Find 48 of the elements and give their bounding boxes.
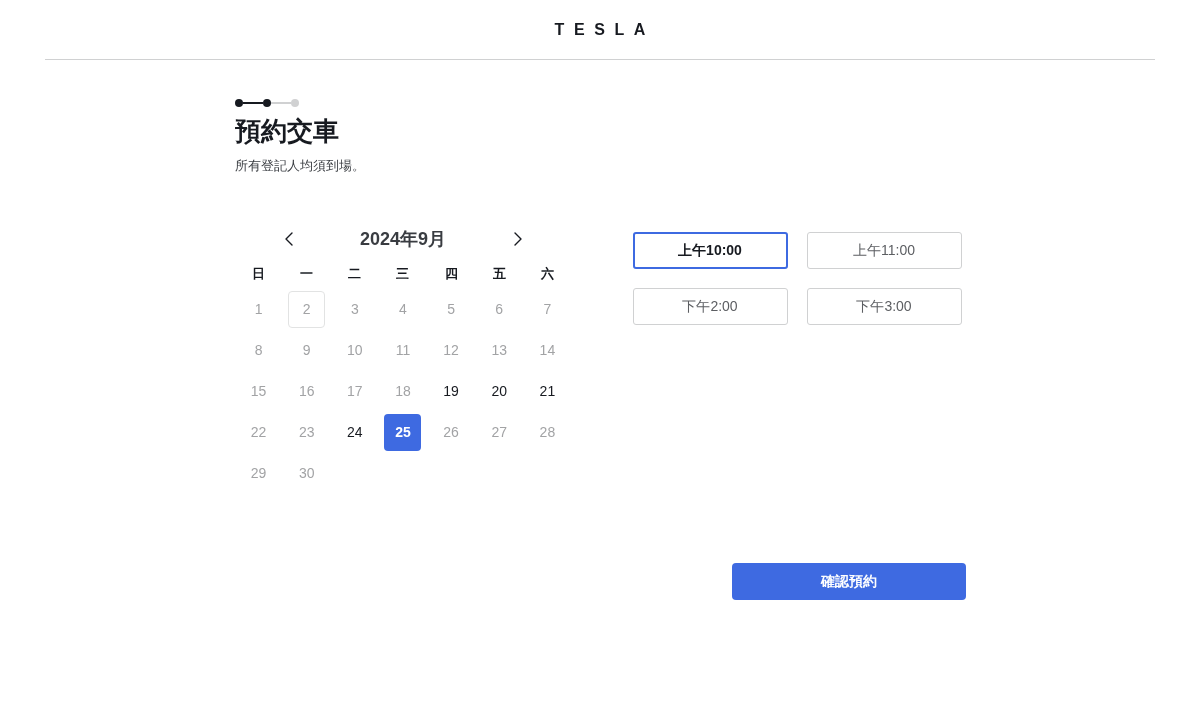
time-slot[interactable]: 上午11:00 [806, 232, 962, 269]
page-title: 預約交車 [234, 115, 339, 148]
calendar-day[interactable]: 2 [288, 291, 326, 328]
weekday-label: 日 [252, 265, 266, 283]
calendar-day[interactable]: 22 [240, 414, 278, 451]
calendar-day[interactable]: 26 [432, 414, 470, 451]
weekday-label: 一 [300, 265, 314, 283]
calendar-day[interactable]: 10 [336, 332, 374, 369]
time-slot[interactable]: 上午10:00 [632, 232, 788, 269]
chevron-left-icon [284, 232, 293, 246]
calendar-day[interactable]: 1 [240, 291, 278, 328]
calendar-day[interactable]: 23 [288, 414, 326, 451]
weekday-label: 六 [540, 265, 554, 283]
calendar-day[interactable]: 20 [480, 373, 518, 410]
chevron-right-icon [513, 232, 522, 246]
calendar-day[interactable]: 25 [384, 414, 422, 451]
weekday-label: 二 [348, 265, 362, 283]
calendar-day[interactable]: 4 [384, 291, 422, 328]
calendar-day[interactable]: 11 [384, 332, 422, 369]
calendar-day[interactable]: 17 [336, 373, 374, 410]
weekday-label: 三 [396, 265, 410, 283]
calendar-day[interactable]: 15 [240, 373, 278, 410]
calendar-day[interactable]: 21 [528, 373, 566, 410]
calendar-day[interactable]: 5 [432, 291, 470, 328]
calendar-day[interactable]: 8 [240, 332, 278, 369]
calendar-day[interactable]: 14 [528, 332, 566, 369]
calendar-day[interactable]: 24 [336, 414, 374, 451]
page-subtitle: 所有登記人均須到場。 [234, 157, 365, 175]
calendar-day[interactable]: 18 [384, 373, 422, 410]
month-title: 2024年9月 [359, 227, 447, 251]
calendar-day[interactable]: 3 [336, 291, 374, 328]
calendar-day[interactable]: 9 [288, 332, 326, 369]
confirm-booking-button[interactable]: 確認預約 [731, 563, 966, 600]
weekday-label: 四 [444, 265, 458, 283]
time-slot[interactable]: 下午3:00 [806, 288, 962, 325]
calendar-day[interactable]: 29 [240, 455, 278, 492]
calendar-day[interactable]: 27 [480, 414, 518, 451]
calendar-day[interactable]: 7 [528, 291, 566, 328]
calendar-day[interactable]: 6 [480, 291, 518, 328]
wordmark-logo[interactable]: TESLA [544, 21, 655, 38]
calendar-day[interactable]: 19 [432, 373, 470, 410]
time-slot[interactable]: 下午2:00 [632, 288, 788, 325]
weekday-label: 五 [492, 265, 506, 283]
calendar-day[interactable]: 16 [288, 373, 326, 410]
calendar-day[interactable]: 12 [432, 332, 470, 369]
calendar-day[interactable]: 13 [480, 332, 518, 369]
calendar-day[interactable]: 28 [528, 414, 566, 451]
calendar-day[interactable]: 30 [288, 455, 326, 492]
